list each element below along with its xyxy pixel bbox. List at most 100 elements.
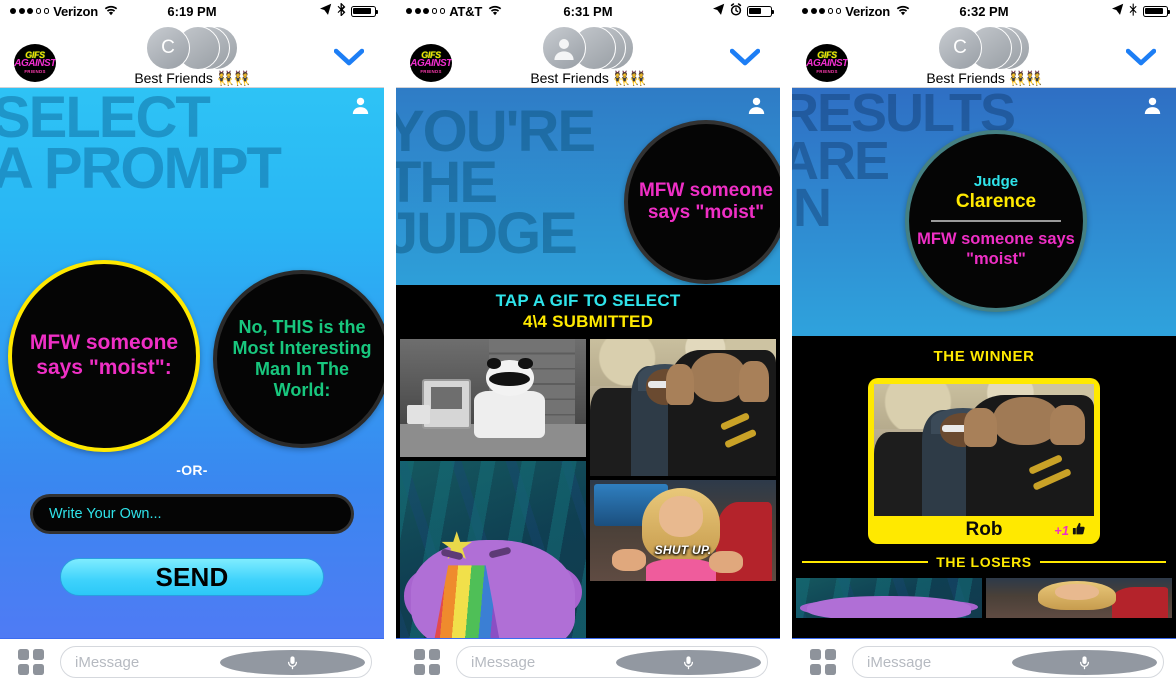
apps-grid-icon[interactable] [414, 649, 448, 675]
chevron-down-icon[interactable] [729, 48, 761, 71]
losers-heading: THE LOSERS [936, 554, 1032, 570]
carrier-name: Verizon [53, 3, 99, 19]
winner-heading: THE WINNER [933, 348, 1035, 365]
microphone-icon[interactable] [1012, 649, 1157, 675]
winner-card[interactable]: Rob +1 [868, 378, 1100, 544]
write-your-own-input[interactable]: Write Your Own... [30, 494, 354, 534]
conversation-title: Best Friends 👯👯 [396, 70, 780, 87]
divider-right [1039, 561, 1166, 563]
or-divider-label: -OR- [176, 462, 208, 478]
losers-heading-row: THE LOSERS [792, 544, 1176, 570]
group-avatar-stack[interactable] [542, 26, 634, 70]
bluetooth-icon [1129, 3, 1138, 19]
status-bar-left: AT&T [406, 4, 502, 19]
send-button-label: SEND [155, 561, 229, 592]
winner-points: +1 [1054, 522, 1086, 539]
people-emoji: 👯👯 [612, 70, 647, 86]
prompt-bubble-selected[interactable]: MFW someone says "moist": [8, 260, 200, 452]
gif-option-shut-up-blonde-woman[interactable]: SHUT UP. [590, 480, 776, 581]
app-canvas-select-prompt: SELECT A PROMPT MFW someone says "moist"… [0, 88, 384, 638]
imessage-placeholder: iMessage [867, 653, 932, 671]
prompt-bubble-alternate[interactable]: No, THIS is the Most Interesting Man In … [213, 270, 384, 448]
app-canvas-results-are-in: RESULTS ARE IN Judge Clarence MFW someon… [792, 88, 1176, 638]
status-bar: AT&T 6:31 PM [396, 0, 780, 22]
status-bar-right [1111, 3, 1171, 19]
imessage-input[interactable]: iMessage [456, 646, 768, 678]
microphone-icon[interactable] [220, 649, 365, 675]
status-bar-right [319, 2, 379, 19]
app-canvas-youre-the-judge: YOU'RE THE JUDGE MFW someone says "moist… [396, 88, 780, 638]
three-phone-screenshots: Verizon 6:19 PM GIFS AGAINST FRIENDS C B… [0, 0, 1176, 685]
tap-a-gif-label: TAP A GIF TO SELECT [495, 291, 681, 310]
imessage-bar: iMessage [396, 638, 780, 685]
phone-screen-select-prompt: Verizon 6:19 PM GIFS AGAINST FRIENDS C B… [0, 0, 384, 685]
app-header: GIFS AGAINST FRIENDS C Best Friends 👯👯 [792, 22, 1176, 88]
imessage-placeholder: iMessage [75, 653, 140, 671]
people-emoji: 👯👯 [1008, 70, 1043, 86]
gif-column-right: SHUT UP. [590, 339, 776, 638]
logo-line-2: AGAINST [410, 58, 452, 70]
loser-gif-lumpy-space-princess[interactable] [796, 578, 982, 618]
wifi-icon [896, 4, 910, 19]
thumbs-up-icon [1072, 522, 1086, 539]
results-section: THE WINNER Rob +1 THE LOSERS [792, 336, 1176, 638]
status-bar-right [712, 3, 775, 19]
avatar: C [146, 26, 190, 70]
prompt-bubble-text: MFW someone says "moist" [917, 229, 1075, 268]
chevron-down-icon[interactable] [1125, 48, 1157, 71]
wifi-icon [488, 4, 502, 19]
location-arrow-icon [712, 3, 725, 19]
person-icon[interactable] [747, 96, 766, 120]
status-bar: Verizon 6:19 PM [0, 0, 384, 22]
gif-caption: SHUT UP. [654, 542, 712, 557]
people-emoji: 👯👯 [216, 70, 251, 86]
signal-strength-icon [406, 8, 446, 14]
carrier-name: Verizon [845, 3, 891, 19]
group-avatar-stack[interactable]: C [938, 26, 1030, 70]
avatar-initial: C [953, 37, 967, 58]
battery-icon [351, 5, 379, 17]
status-bar: Verizon 6:32 PM [792, 0, 1176, 22]
imessage-bar: iMessage [792, 638, 1176, 685]
loser-gif-grid [792, 570, 1176, 618]
person-icon[interactable] [351, 96, 370, 120]
avatar [542, 26, 586, 70]
winner-name: Rob [965, 519, 1003, 540]
prompt-bubble: MFW someone says "moist" [624, 120, 780, 284]
prompt-bubble-text: MFW someone says "moist": [29, 331, 179, 379]
loser-gif-shut-up-blonde-woman[interactable] [986, 578, 1172, 618]
signal-strength-icon [802, 8, 842, 14]
gif-selector-section: TAP A GIF TO SELECT 4\4 SUBMITTED SHUT U… [396, 285, 780, 638]
write-your-own-placeholder: Write Your Own... [49, 506, 162, 522]
conversation-title-text: Best Friends [530, 70, 609, 86]
judge-bubble: Judge Clarence MFW someone says "moist" [905, 130, 1087, 312]
person-icon[interactable] [1143, 96, 1162, 120]
phone-screen-youre-the-judge: AT&T 6:31 PM GIFS AGAINST FRIENDS Best F… [396, 0, 780, 685]
chevron-down-icon[interactable] [333, 48, 365, 71]
carrier-name: AT&T [449, 3, 483, 19]
gif-option-two-guys-hands-on-head[interactable] [590, 339, 776, 476]
apps-grid-icon[interactable] [810, 649, 844, 675]
microphone-icon[interactable] [616, 649, 761, 675]
winner-points-value: +1 [1054, 522, 1069, 538]
imessage-input[interactable]: iMessage [60, 646, 372, 678]
winner-gif-thumbnail[interactable] [874, 384, 1094, 516]
gif-option-lumpy-space-princess[interactable] [400, 461, 586, 638]
conversation-title: Best Friends 👯👯 [792, 70, 1176, 87]
prompt-bubble-text: No, THIS is the Most Interesting Man In … [232, 316, 372, 401]
winner-name-row: Rob +1 [874, 516, 1094, 544]
wifi-icon [104, 4, 118, 19]
imessage-input[interactable]: iMessage [852, 646, 1164, 678]
bluetooth-icon [337, 2, 346, 19]
avatar-initial: C [161, 37, 175, 58]
panel-gap [780, 0, 792, 685]
gif-option-panda-at-computer[interactable] [400, 339, 586, 457]
send-button[interactable]: SEND [60, 558, 324, 596]
signal-strength-icon [10, 8, 50, 14]
group-avatar-stack[interactable]: C [146, 26, 238, 70]
battery-icon [747, 5, 775, 17]
logo-line-2: AGAINST [806, 58, 848, 70]
conversation-title-text: Best Friends [134, 70, 213, 86]
imessage-bar: iMessage [0, 638, 384, 685]
apps-grid-icon[interactable] [18, 649, 52, 675]
